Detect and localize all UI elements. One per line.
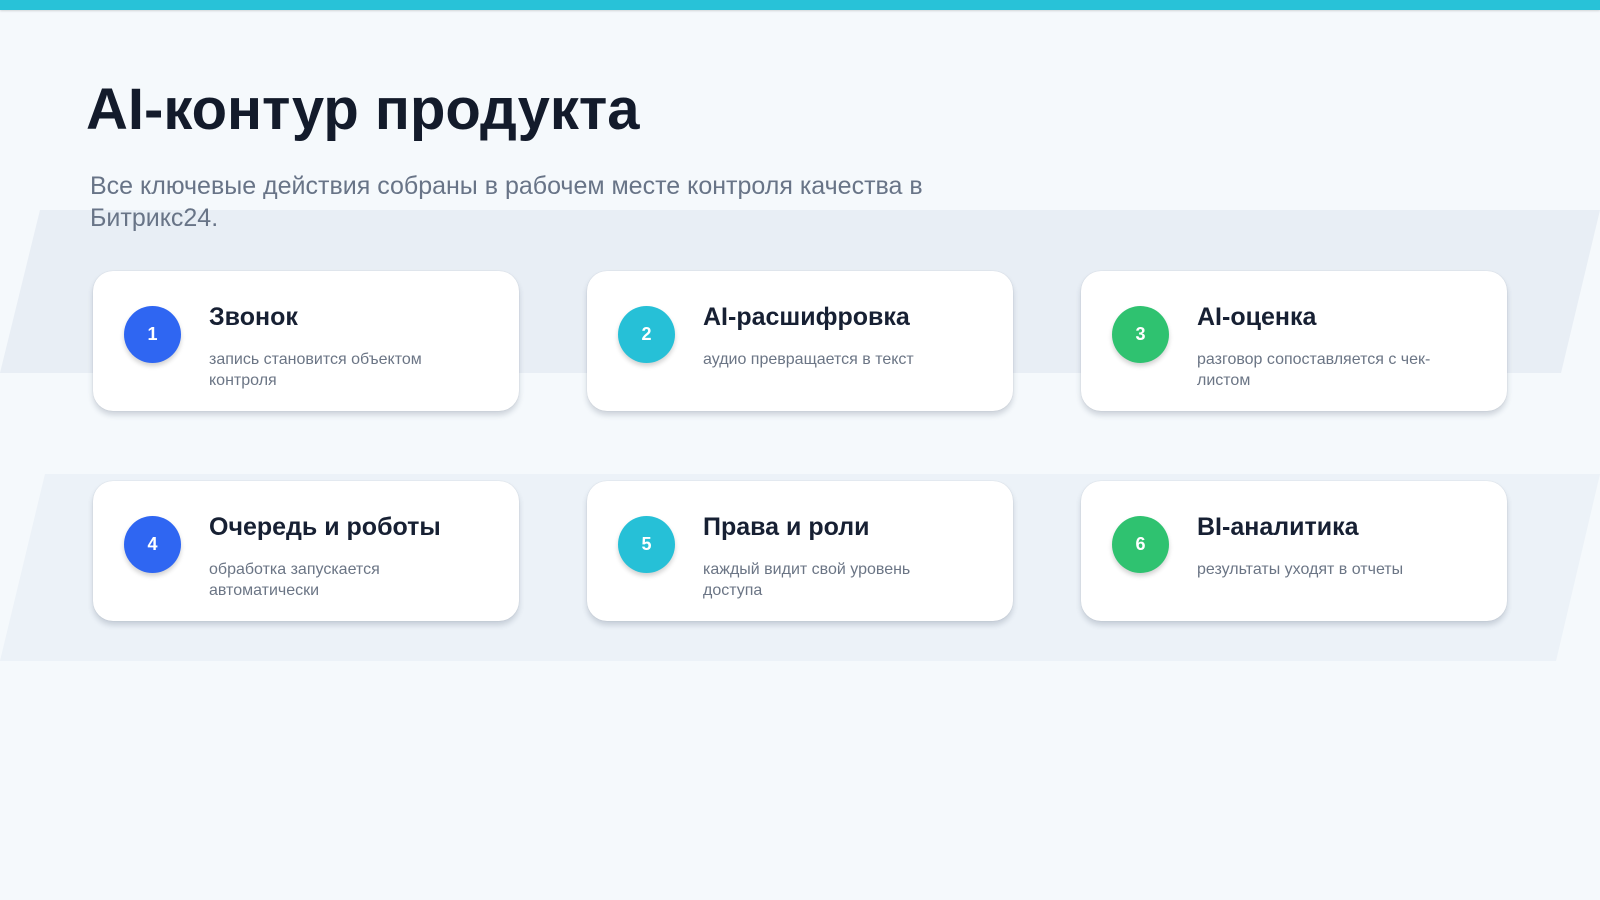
step-title: Очередь и роботы (209, 513, 441, 541)
step-title: BI-аналитика (1197, 513, 1359, 541)
step-description: запись становится объектом контроля (209, 351, 422, 389)
step-title: Звонок (209, 303, 298, 331)
step-card-call: 1 Звонок запись становится объектом конт… (93, 271, 519, 411)
step-description: каждый видит свой уровень доступа (703, 561, 911, 599)
step-description: результаты уходят в отчеты (1197, 561, 1404, 578)
step-title: AI-оценка (1197, 303, 1317, 331)
step-card-ai-scoring: 3 AI-оценка разговор сопоставляется с че… (1081, 271, 1507, 411)
step-description: обработка запускается автоматически (209, 561, 380, 599)
step-card-bi-analytics: 6 BI-аналитика результаты уходят в отчет… (1081, 481, 1507, 621)
step-card-access-roles: 5 Права и роли каждый видит свой уровень… (587, 481, 1013, 621)
step-card-queue-robots: 4 Очередь и роботы обработка запускается… (93, 481, 519, 621)
page-subtitle: Все ключевые действия собраны в рабочем … (90, 172, 923, 232)
page-title: AI-контур продукта (86, 77, 640, 142)
step-number-badge: 1 (124, 306, 181, 363)
step-number-badge: 5 (618, 516, 675, 573)
step-number-badge: 3 (1112, 306, 1169, 363)
top-accent-bar (0, 0, 1600, 10)
step-title: Права и роли (703, 513, 870, 541)
step-title: AI-расшифровка (703, 303, 910, 331)
step-description: разговор сопоставляется с чек-листом (1197, 351, 1431, 389)
step-number-badge: 4 (124, 516, 181, 573)
step-description: аудио превращается в текст (703, 351, 914, 368)
step-number-badge: 2 (618, 306, 675, 363)
step-card-ai-transcription: 2 AI-расшифровка аудио превращается в те… (587, 271, 1013, 411)
step-number-badge: 6 (1112, 516, 1169, 573)
